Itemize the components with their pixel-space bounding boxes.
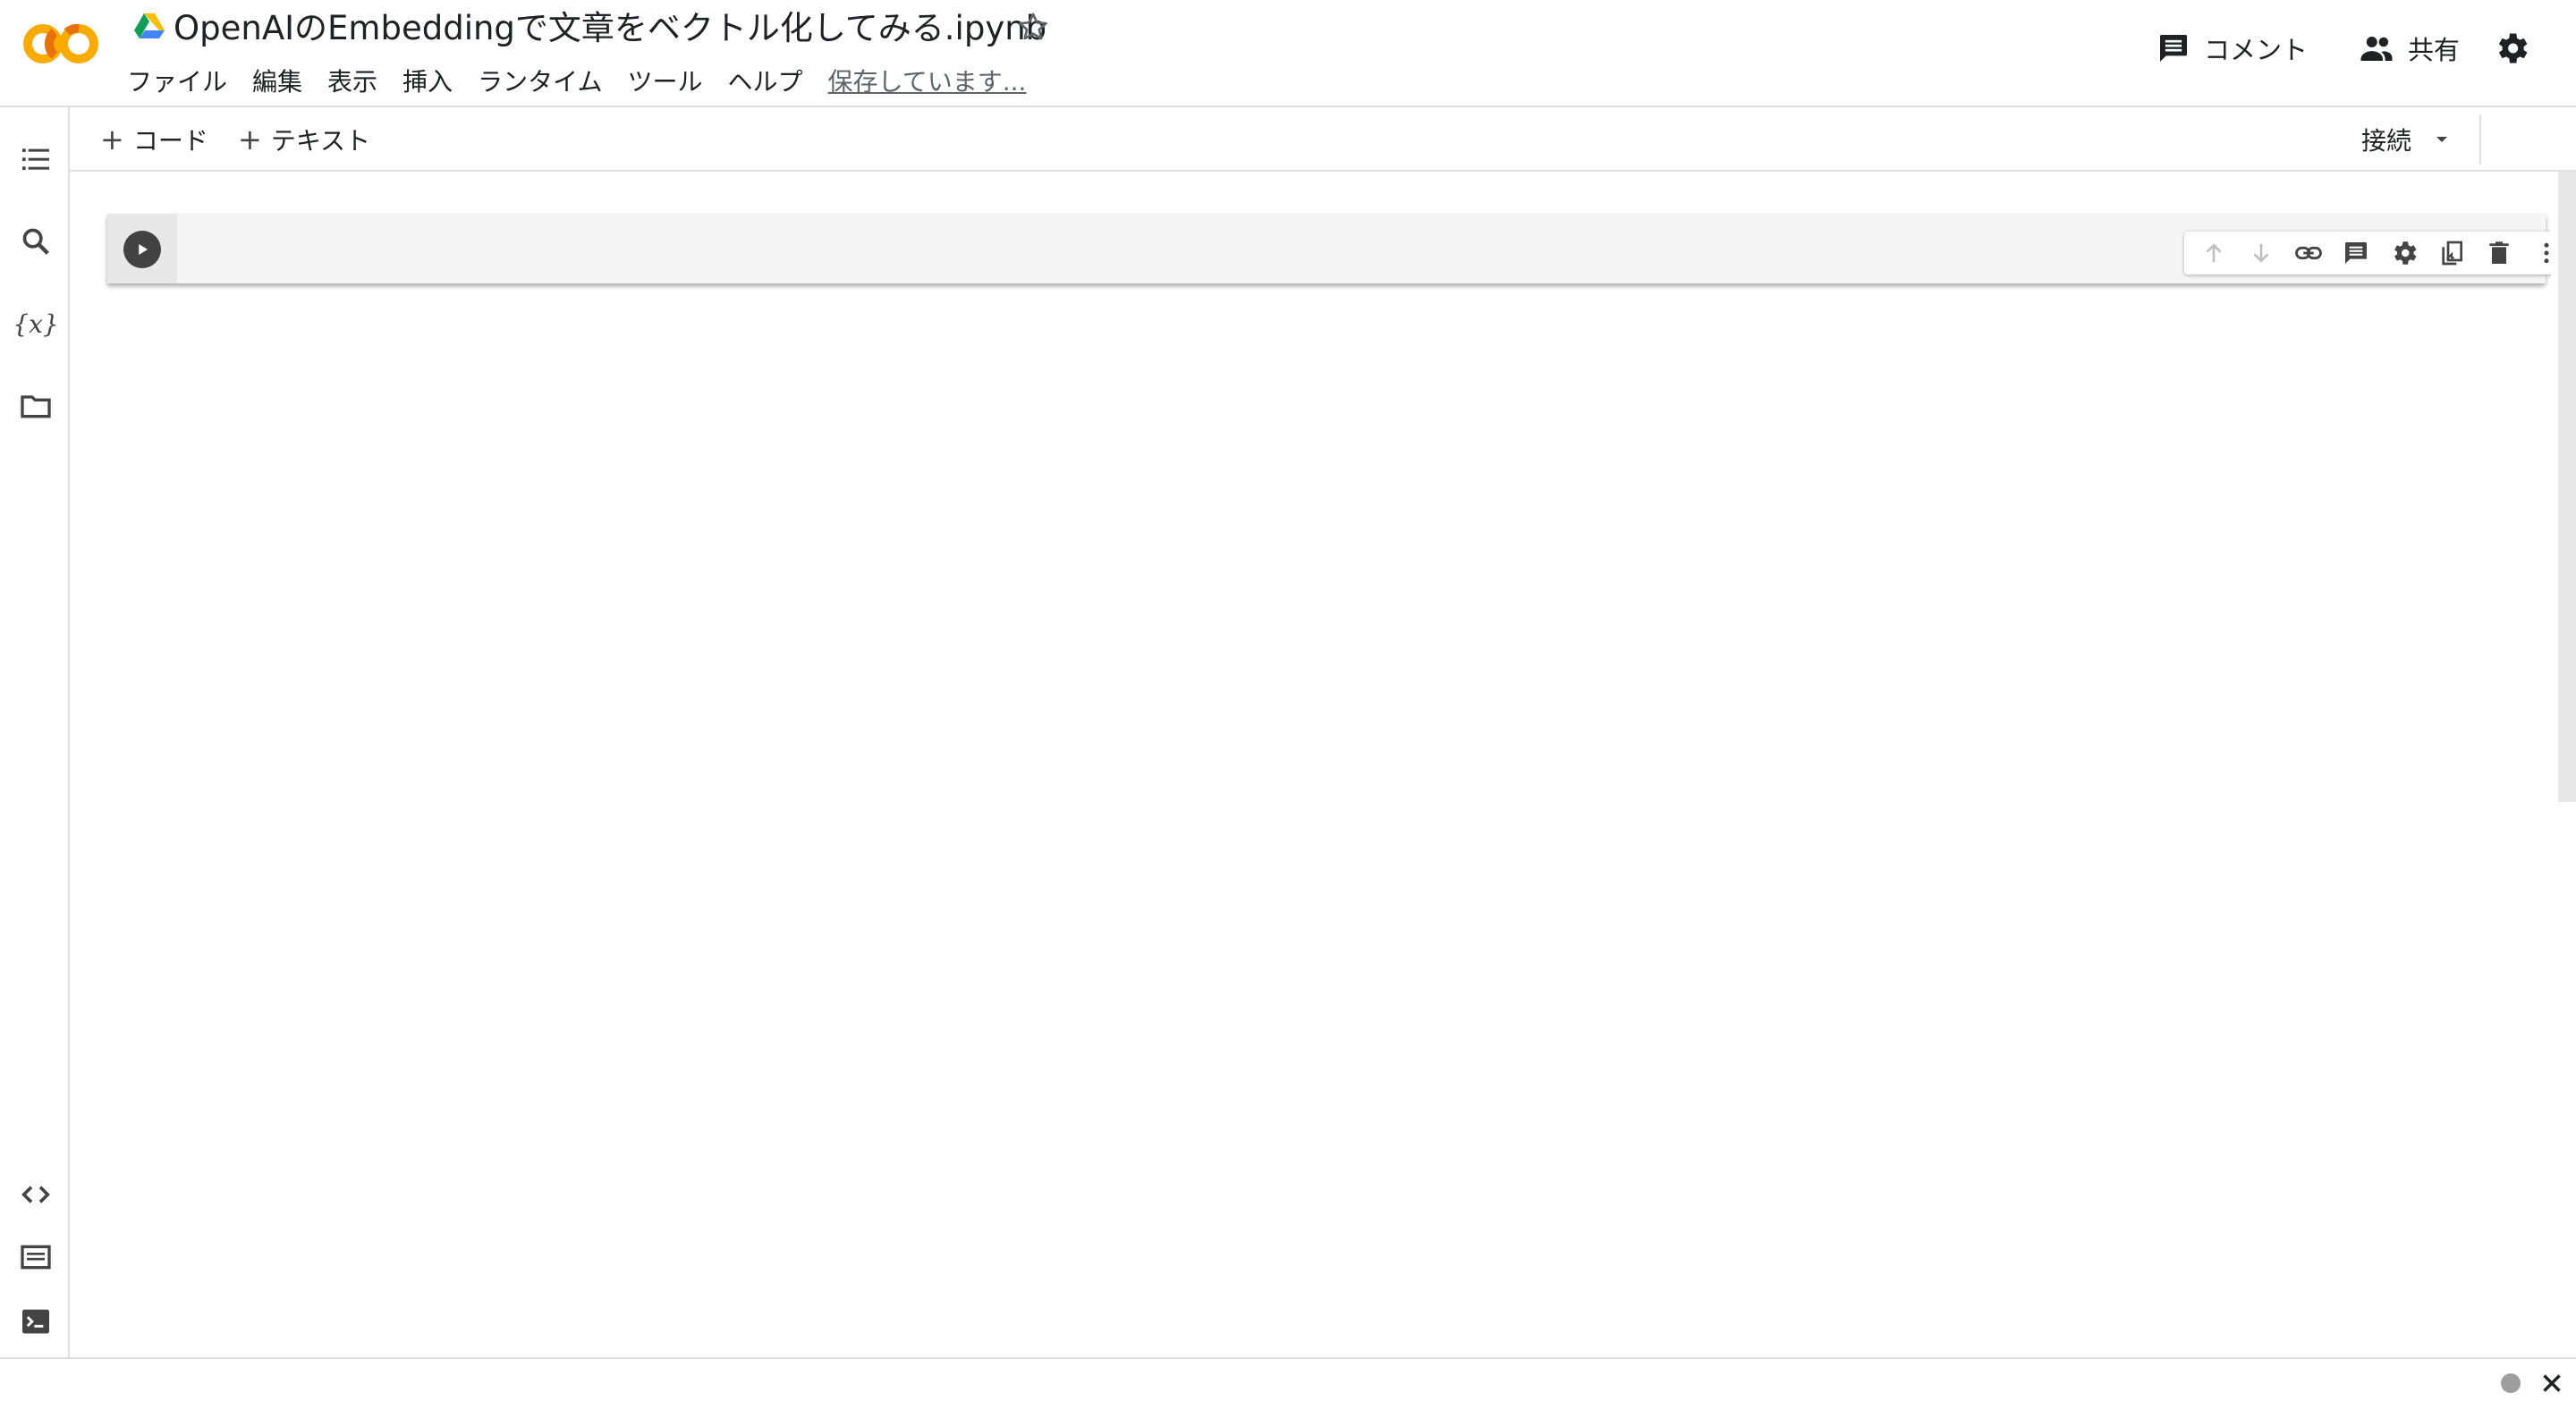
comment-label: コメント (2204, 35, 2309, 65)
connect-label: 接続 (2361, 126, 2412, 156)
dropdown-arrow-icon[interactable] (2431, 129, 2453, 150)
code-snippets-icon[interactable] (18, 1177, 54, 1212)
menu-view[interactable]: 表示 (315, 64, 390, 100)
menu-bar: ファイル 編集 表示 挿入 ランタイム ツール ヘルプ 保存しています... (114, 64, 1038, 100)
comment-button[interactable]: コメント (2156, 25, 2308, 72)
chevron-up-icon[interactable] (2569, 120, 2576, 159)
files-icon[interactable] (18, 388, 54, 424)
add-text-label: テキスト (270, 126, 370, 156)
notebook-toolbar: + コード + テキスト 接続 (70, 107, 2576, 172)
command-palette-icon[interactable] (18, 1239, 54, 1275)
add-text-button[interactable]: + テキスト (238, 118, 370, 161)
table-of-contents-icon[interactable] (18, 141, 54, 177)
share-label: 共有 (2408, 35, 2461, 65)
colab-app: OpenAIのEmbeddingで文章をベクトル化してみる.ipynb ファイル… (0, 0, 2576, 1402)
move-down-icon[interactable] (2237, 232, 2284, 274)
code-cell[interactable] (107, 214, 2571, 283)
star-icon[interactable] (1015, 9, 1051, 45)
google-drive-icon[interactable] (134, 13, 165, 39)
menu-insert[interactable]: 挿入 (390, 64, 465, 100)
terminal-icon[interactable] (18, 1304, 54, 1339)
close-icon[interactable] (2537, 1368, 2567, 1398)
menu-file[interactable]: ファイル (114, 64, 240, 100)
header: OpenAIのEmbeddingで文章をベクトル化してみる.ipynb ファイル… (0, 0, 2576, 107)
comment-icon[interactable] (2333, 232, 2380, 274)
add-code-button[interactable]: + コード (100, 118, 208, 161)
status-bar (0, 1357, 2576, 1402)
share-button[interactable]: 共有 (2358, 25, 2460, 72)
colab-logo[interactable] (23, 20, 100, 68)
move-up-icon[interactable] (2190, 232, 2237, 274)
scrollbar-thumb[interactable] (2558, 172, 2576, 802)
status-indicator-icon[interactable] (2501, 1373, 2521, 1393)
toolbar-divider (2479, 114, 2481, 165)
plus-icon: + (238, 122, 262, 156)
notebook-area (70, 172, 2571, 1359)
cell-toolbar (2184, 232, 2571, 274)
menu-edit[interactable]: 編集 (240, 64, 315, 100)
variables-icon[interactable]: {x} (13, 306, 58, 342)
menu-tools[interactable]: ツール (615, 64, 716, 100)
people-icon (2360, 37, 2393, 61)
plus-icon: + (100, 122, 124, 156)
settings-icon[interactable] (2380, 232, 2428, 274)
left-sidebar: {x} (0, 107, 70, 1359)
save-status[interactable]: 保存しています... (816, 64, 1039, 100)
menu-help[interactable]: ヘルプ (716, 64, 816, 100)
add-code-label: コード (132, 126, 208, 156)
cell-gutter (107, 214, 177, 283)
search-icon[interactable] (18, 224, 54, 259)
play-icon (139, 244, 148, 255)
menu-runtime[interactable]: ランタイム (465, 64, 614, 100)
settings-icon[interactable] (2492, 29, 2531, 68)
comment-icon (2160, 35, 2187, 62)
mirror-cell-icon[interactable] (2428, 232, 2475, 274)
run-cell-button[interactable] (123, 231, 161, 268)
vertical-scrollbar[interactable] (2551, 172, 2576, 1359)
link-icon[interactable] (2285, 232, 2333, 274)
notebook-title[interactable]: OpenAIのEmbeddingで文章をベクトル化してみる.ipynb (174, 7, 1046, 50)
delete-icon[interactable] (2476, 232, 2523, 274)
connect-button[interactable]: 接続 (2361, 118, 2453, 161)
